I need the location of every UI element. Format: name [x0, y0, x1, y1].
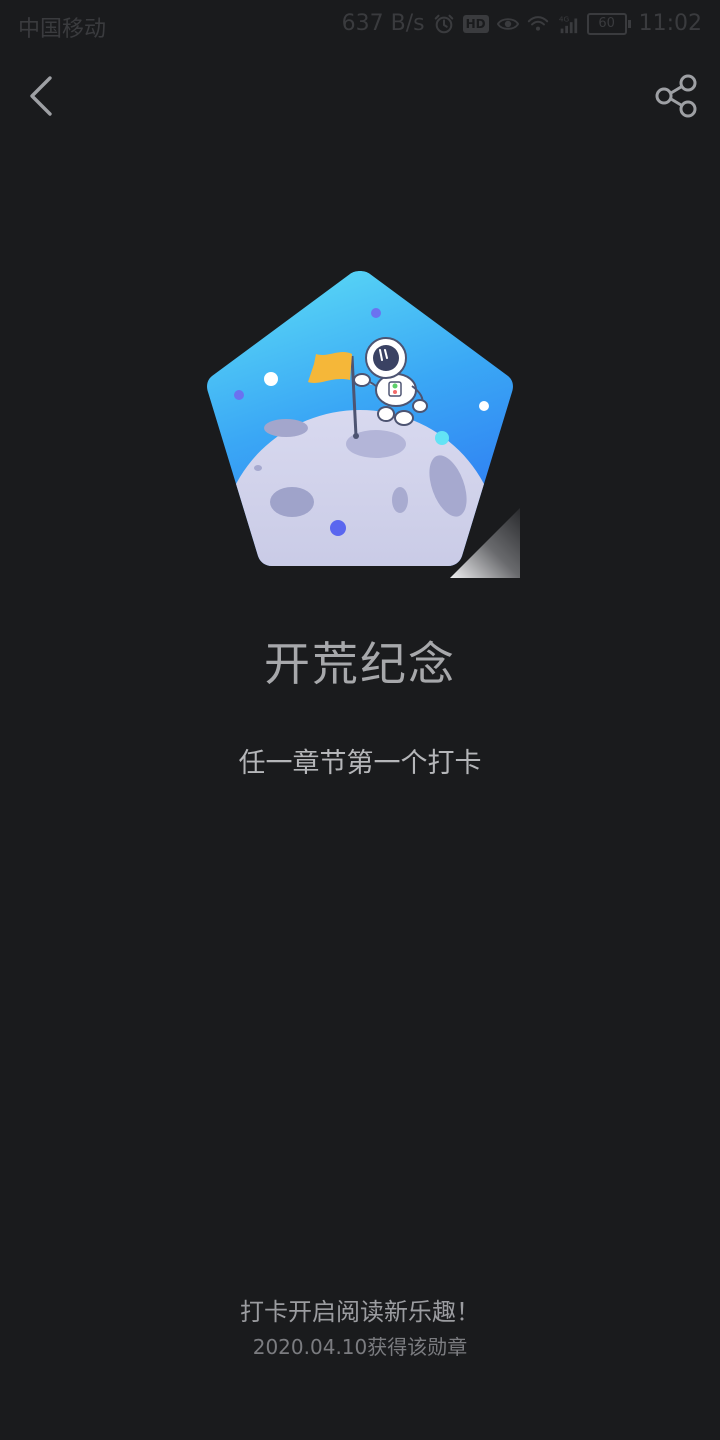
status-bar: 中国移动 637 B/s HD 4G 60 11:02	[0, 0, 720, 50]
footer-slogan: 打卡开启阅读新乐趣！	[240, 1298, 480, 1326]
wifi-icon	[527, 15, 548, 31]
badge-description: 任一章节第一个打卡	[238, 748, 482, 779]
chevron-left-icon	[30, 76, 52, 116]
signal-icon: 4G	[558, 14, 577, 33]
badge-title: 开荒纪念	[264, 637, 456, 691]
clock: 11:02	[638, 11, 702, 36]
status-bar-right: 637 B/s HD 4G 60 11:02	[342, 11, 702, 36]
back-button[interactable]	[22, 72, 62, 120]
share-icon	[655, 74, 697, 118]
svg-text:4G: 4G	[558, 14, 569, 23]
net-speed: 637 B/s	[341, 11, 425, 36]
battery-level: 60	[586, 12, 627, 35]
share-button[interactable]	[652, 72, 700, 120]
badge-earned-date: 2020.04.10获得该勋章	[252, 1335, 468, 1359]
battery-icon: 60	[586, 12, 631, 35]
badge-image	[200, 268, 520, 580]
carrier-name: 中国移动	[18, 17, 107, 42]
alarm-icon	[434, 14, 453, 33]
hd-badge: HD	[462, 14, 489, 33]
eye-icon	[496, 17, 519, 30]
moon-astronaut-badge-image	[207, 271, 520, 578]
